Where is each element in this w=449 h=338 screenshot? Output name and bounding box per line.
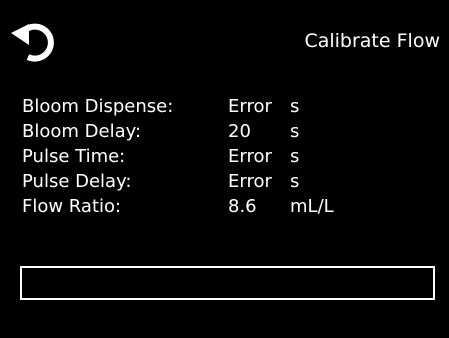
param-value: Error xyxy=(228,171,272,192)
param-value: 8.6 xyxy=(228,196,257,217)
param-label: Pulse Time: xyxy=(22,146,126,167)
param-value: Error xyxy=(228,96,272,117)
param-unit: s xyxy=(290,171,300,192)
page-title: Calibrate Flow xyxy=(304,30,440,52)
refresh-back-icon xyxy=(11,23,54,62)
param-label: Flow Ratio: xyxy=(22,196,122,217)
status-message-box xyxy=(20,266,435,300)
param-value: 20 xyxy=(228,121,251,142)
param-unit: s xyxy=(290,121,300,142)
param-value: Error xyxy=(228,146,272,167)
param-label: Pulse Delay: xyxy=(22,171,132,192)
header-bar: Calibrate Flow xyxy=(0,0,449,80)
param-unit: mL/L xyxy=(290,196,334,217)
param-label: Bloom Delay: xyxy=(22,121,142,142)
param-label: Bloom Dispense: xyxy=(22,96,174,117)
param-unit: s xyxy=(290,96,300,117)
param-unit: s xyxy=(290,146,300,167)
back-button[interactable] xyxy=(6,16,68,70)
